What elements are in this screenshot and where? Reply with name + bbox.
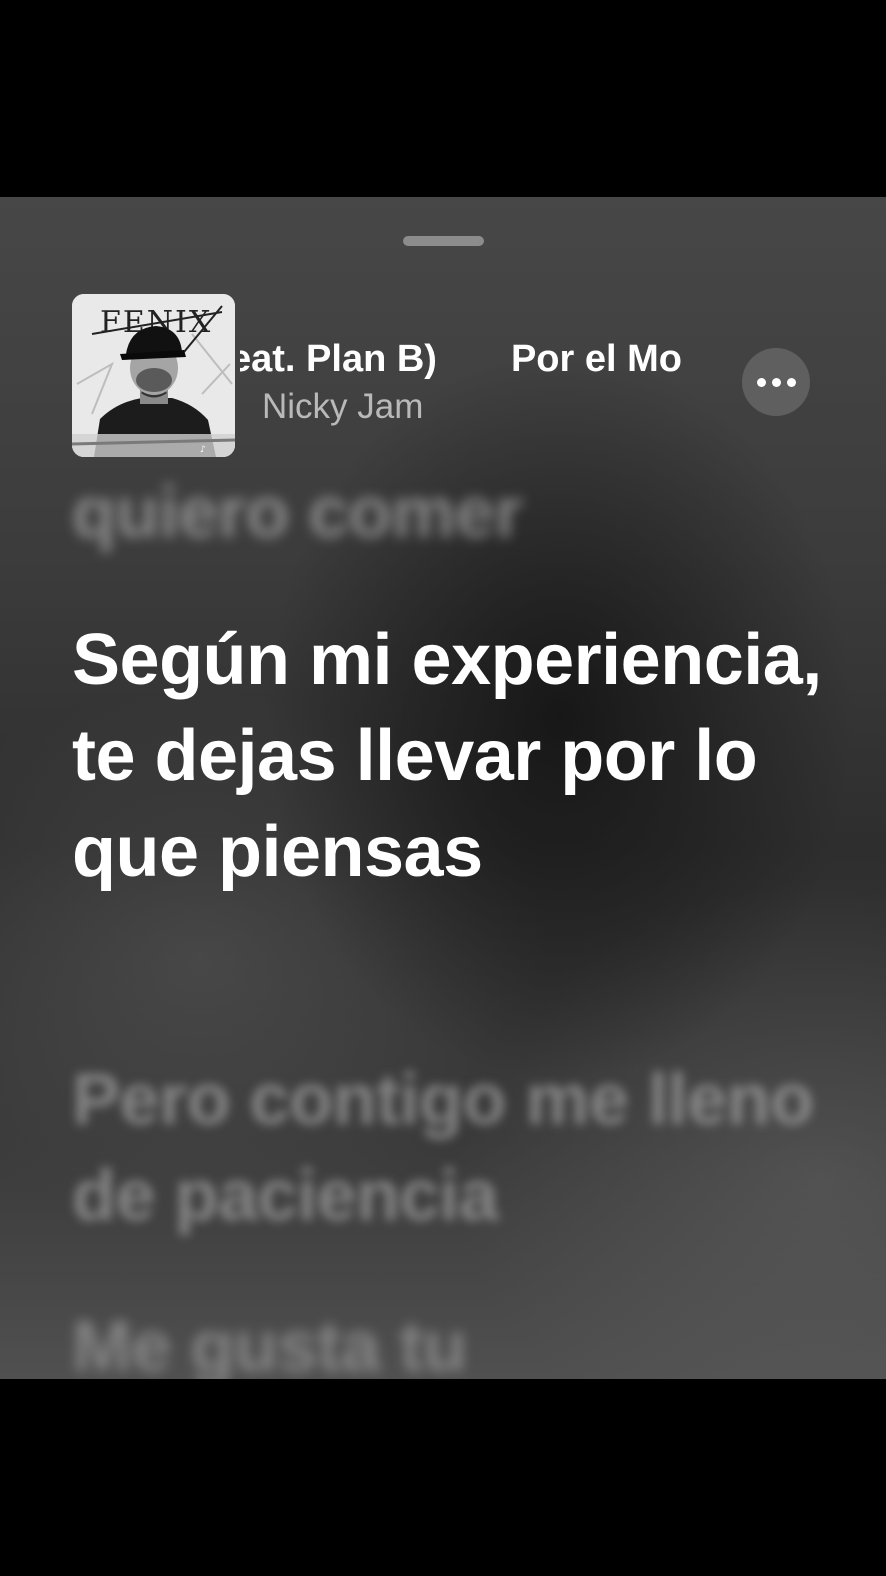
album-artwork-image: FENIX ♪ — [72, 294, 235, 457]
sheet-grabber-handle[interactable] — [403, 236, 484, 246]
ellipsis-icon — [787, 378, 796, 387]
ellipsis-icon — [757, 378, 766, 387]
svg-text:♪: ♪ — [200, 445, 206, 455]
song-title-marquee[interactable]: eat. Plan B) Por el Mo — [240, 331, 736, 387]
album-artwork[interactable]: FENIX ♪ — [72, 294, 235, 457]
lyric-line-upcoming[interactable]: Me gusta tu — [72, 1299, 832, 1379]
lyric-line-previous[interactable]: quiero comer — [72, 465, 832, 561]
lyric-line-next[interactable]: Pero contigo me lleno de paciencia — [72, 1052, 832, 1244]
lyrics-sheet: FENIX ♪ eat. Plan B) Por el Mo Nicky Jam — [0, 197, 886, 1379]
ellipsis-icon — [772, 378, 781, 387]
song-title-part: eat. Plan B) — [240, 338, 437, 380]
letterbox-top — [0, 0, 886, 197]
artist-name[interactable]: Nicky Jam — [262, 385, 423, 429]
lyric-line-current[interactable]: Según mi experiencia, te dejas llevar po… — [72, 612, 832, 900]
letterbox-bottom — [0, 1379, 886, 1576]
song-title-part: Por el Mo — [510, 338, 682, 380]
more-options-button[interactable] — [742, 348, 810, 416]
